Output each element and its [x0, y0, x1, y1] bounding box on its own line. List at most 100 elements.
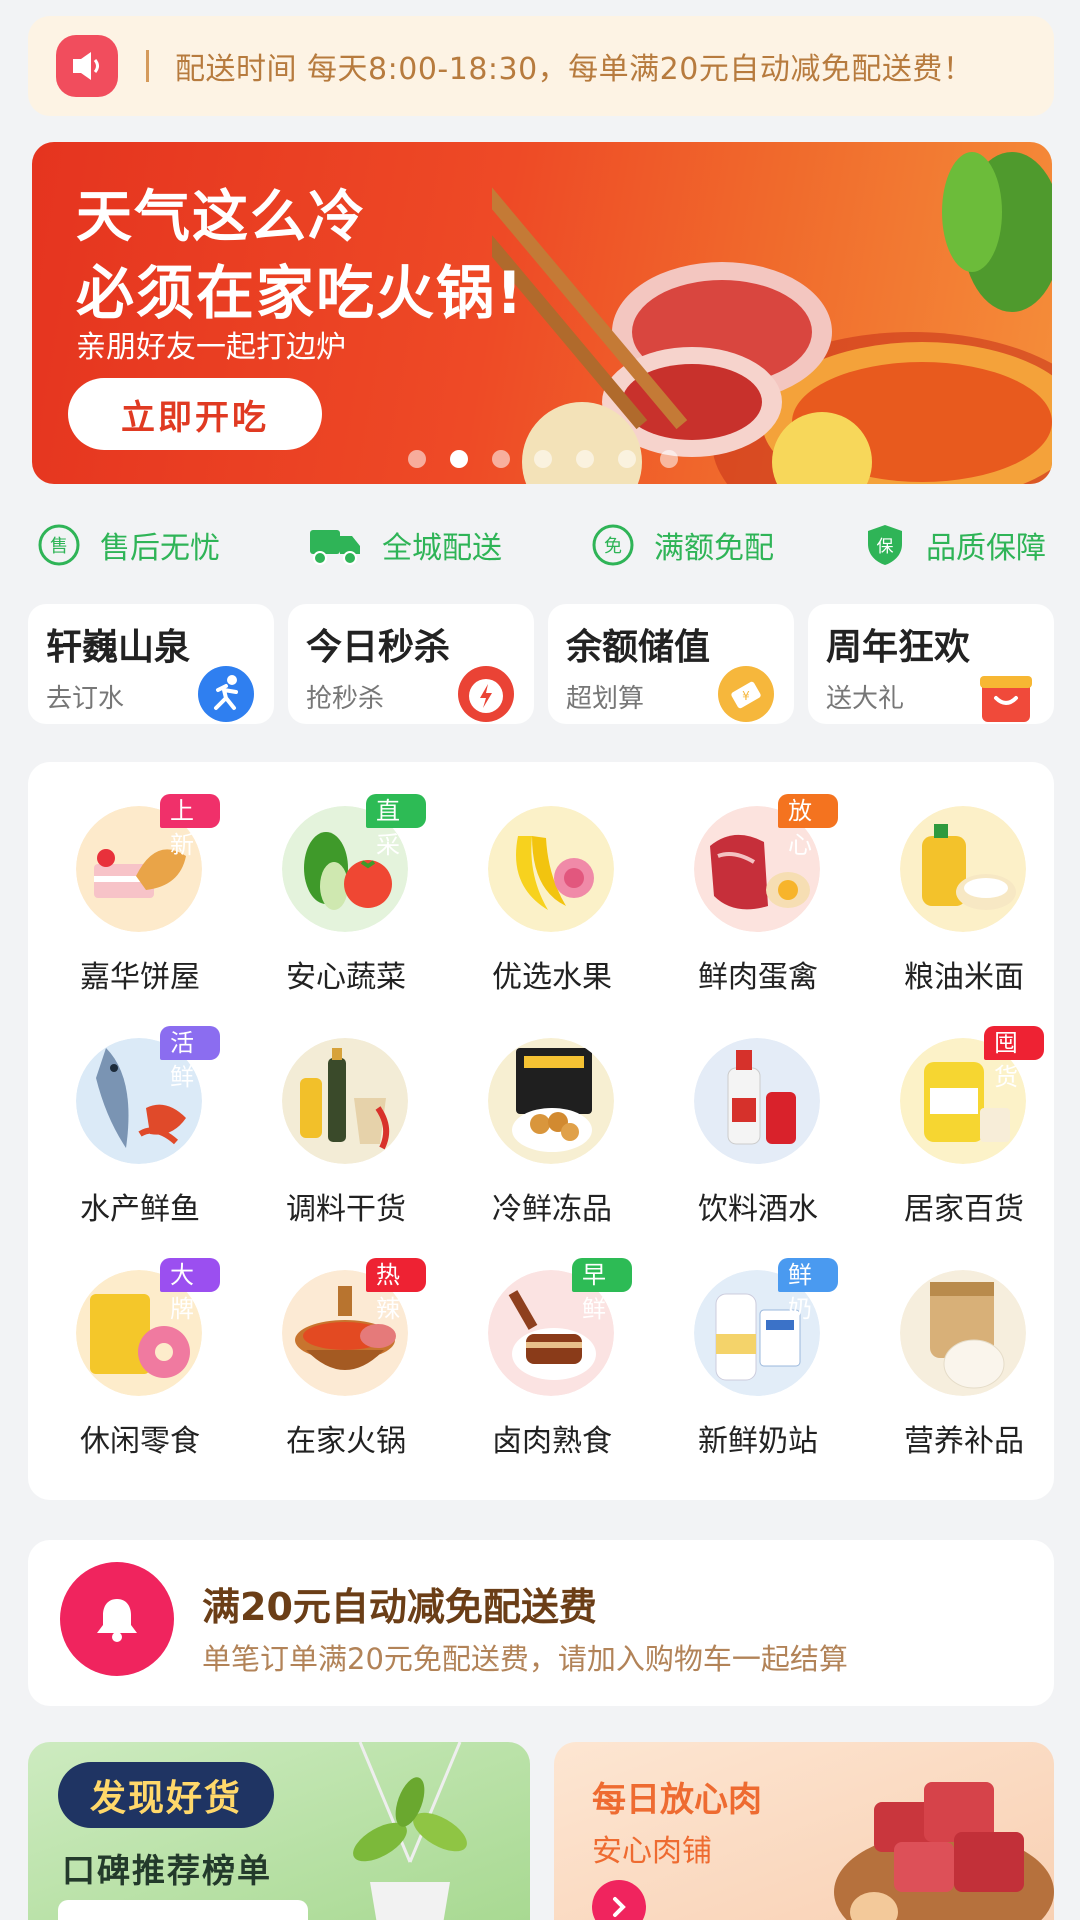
- category-name: 饮料酒水: [698, 1192, 818, 1227]
- category-item[interactable]: 冷鲜冻品: [452, 994, 632, 1227]
- free-delivery-title: 满20元自动减免配送费: [202, 1585, 597, 1629]
- lightning-icon: [458, 666, 514, 722]
- notice-text: 配送时间 每天8:00-18:30，每单满20元自动减免配送费！: [175, 52, 974, 87]
- promo-card-discover[interactable]: 发现好货 口碑推荐榜单: [28, 1742, 530, 1920]
- free-icon: 免: [592, 524, 634, 566]
- coupon-icon: ¥: [718, 666, 774, 722]
- category-tag: 早鲜: [572, 1258, 632, 1323]
- fruit-icon: [488, 806, 614, 932]
- banner-cta-button[interactable]: 立即开吃: [68, 378, 322, 450]
- category-item[interactable]: 大牌 休闲零食: [40, 1226, 220, 1459]
- quick-card-title: 今日秒杀: [306, 627, 451, 668]
- category-name: 居家百货: [904, 1192, 1024, 1227]
- banner-subtitle: 亲朋好友一起打边炉: [76, 330, 346, 365]
- category-name: 水产鲜鱼: [80, 1192, 200, 1227]
- category-tag: 活鲜: [160, 1026, 220, 1091]
- ranking-title: 口碑推荐榜单: [62, 1851, 272, 1890]
- category-item[interactable]: 热辣 在家火锅: [246, 1226, 426, 1459]
- category-item[interactable]: 优选水果: [452, 762, 632, 995]
- promo-card-meat[interactable]: 每日放心肉 安心肉铺: [554, 1742, 1054, 1920]
- category-item[interactable]: 直采 安心蔬菜: [246, 762, 426, 995]
- svg-text:¥: ¥: [742, 689, 750, 703]
- meat-promo-title: 每日放心肉: [592, 1780, 762, 1820]
- category-item[interactable]: 饮料酒水: [658, 994, 838, 1227]
- supplement-icon: [900, 1270, 1026, 1396]
- carousel-dot[interactable]: [618, 450, 636, 468]
- category-item[interactable]: 上新 嘉华饼屋: [40, 762, 220, 995]
- category-item[interactable]: 放心 鲜肉蛋禽: [658, 762, 838, 995]
- runner-icon: [198, 666, 254, 722]
- free-delivery-card[interactable]: 满20元自动减免配送费 单笔订单满20元免配送费，请加入购物车一起结算: [28, 1540, 1054, 1706]
- delivery-notice-bar[interactable]: 配送时间 每天8:00-18:30，每单满20元自动减免配送费！: [28, 16, 1054, 116]
- quick-card-title: 轩巍山泉: [46, 627, 191, 668]
- category-name: 新鲜奶站: [698, 1424, 818, 1459]
- carousel-dot[interactable]: [534, 450, 552, 468]
- category-item[interactable]: 调料干货: [246, 994, 426, 1227]
- category-item[interactable]: 囤货 居家百货: [864, 994, 1044, 1227]
- banner-headline-2: 必须在家吃火锅!: [76, 259, 525, 327]
- service-guarantees: 售 售后无忧 全城配送 免 满额免配 保 品质保障: [36, 512, 1046, 578]
- category-item[interactable]: 早鲜 卤肉熟食: [452, 1226, 632, 1459]
- carousel-dot-active[interactable]: [450, 450, 468, 468]
- category-name: 粮油米面: [904, 960, 1024, 995]
- arrow-right-icon[interactable]: [592, 1880, 646, 1920]
- free-delivery-subtitle: 单笔订单满20元免配送费，请加入购物车一起结算: [202, 1642, 848, 1676]
- notice-divider: [146, 50, 149, 82]
- category-name: 卤肉熟食: [492, 1424, 612, 1459]
- svg-text:保: 保: [877, 537, 894, 557]
- carousel-dot[interactable]: [492, 450, 510, 468]
- service-label: 售后无忧: [100, 531, 220, 566]
- bell-icon: [60, 1562, 174, 1676]
- service-label: 满额免配: [654, 531, 774, 566]
- hotpot-illustration: [492, 152, 1052, 484]
- service-after-sale: 售 售后无忧: [36, 522, 220, 568]
- ranking-label-strip: [58, 1900, 308, 1920]
- category-tag: 热辣: [366, 1258, 426, 1323]
- category-name: 嘉华饼屋: [80, 960, 200, 995]
- meat-promo-subtitle: 安心肉铺: [592, 1834, 712, 1869]
- plant-illustration: [353, 1742, 467, 1920]
- frozen-food-icon: [488, 1038, 614, 1164]
- category-tag: 大牌: [160, 1258, 220, 1323]
- quick-card-water[interactable]: 轩巍山泉 去订水: [28, 604, 274, 724]
- category-tag: 囤货: [984, 1026, 1044, 1091]
- category-item[interactable]: 粮油米面: [864, 762, 1044, 995]
- svg-text:售: 售: [50, 536, 68, 557]
- quick-card-flash-sale[interactable]: 今日秒杀 抢秒杀: [288, 604, 534, 724]
- drinks-icon: [694, 1038, 820, 1164]
- carousel-dot[interactable]: [408, 450, 426, 468]
- carousel-dot[interactable]: [576, 450, 594, 468]
- discover-badge: 发现好货: [58, 1762, 274, 1828]
- category-tag: 放心: [778, 794, 838, 859]
- service-free-delivery: 免 满额免配: [590, 522, 774, 568]
- quick-card-title: 周年狂欢: [826, 627, 971, 668]
- speaker-icon: [56, 35, 118, 97]
- shield-icon: 保: [868, 525, 902, 565]
- category-tag: 直采: [366, 794, 426, 859]
- quick-card-balance[interactable]: 余额储值 超划算 ¥: [548, 604, 794, 724]
- category-tag: 鲜奶: [778, 1258, 838, 1323]
- meat-illustration: [834, 1782, 1054, 1920]
- category-name: 冷鲜冻品: [492, 1192, 612, 1227]
- quick-entries: 轩巍山泉 去订水 今日秒杀 抢秒杀 余额储值 超划算 ¥ 周年狂欢 送大礼: [28, 604, 1054, 724]
- promo-banner[interactable]: 天气这么冷 必须在家吃火锅! 亲朋好友一起打边炉 立即开吃: [32, 142, 1052, 484]
- category-item[interactable]: 鲜奶 新鲜奶站: [658, 1226, 838, 1459]
- quick-card-title: 余额储值: [566, 627, 711, 668]
- svg-text:免: 免: [604, 536, 622, 557]
- banner-headline-1: 天气这么冷: [76, 185, 366, 250]
- truck-icon: [310, 530, 360, 565]
- after-sale-icon: 售: [38, 524, 80, 566]
- category-name: 在家火锅: [286, 1424, 406, 1459]
- category-grid: 上新 嘉华饼屋 直采 安心蔬菜 优选水果 放心 鲜肉蛋禽 粮油米面 活鲜 水产鲜…: [28, 762, 1054, 1500]
- carousel-dot[interactable]: [660, 450, 678, 468]
- category-item[interactable]: 营养补品: [864, 1226, 1044, 1459]
- gift-box-icon: [980, 676, 1032, 722]
- category-name: 调料干货: [286, 1192, 406, 1227]
- category-name: 优选水果: [492, 960, 612, 995]
- rice-oil-icon: [900, 806, 1026, 932]
- quick-card-anniversary[interactable]: 周年狂欢 送大礼: [808, 604, 1054, 724]
- category-name: 安心蔬菜: [286, 960, 406, 995]
- category-item[interactable]: 活鲜 水产鲜鱼: [40, 994, 220, 1227]
- carousel-indicator[interactable]: [408, 450, 678, 468]
- category-name: 休闲零食: [80, 1424, 200, 1459]
